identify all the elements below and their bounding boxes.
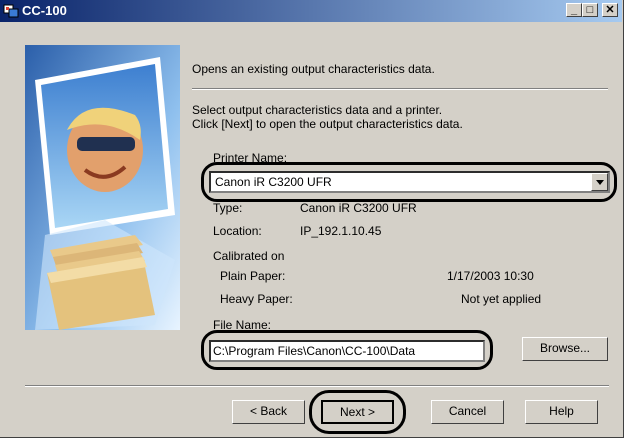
heavy-paper-value: Not yet applied [461,292,542,306]
printer-name-label: Printer Name: [213,151,288,165]
file-name-value: C:\Program Files\Canon\CC-100\Data [213,344,416,358]
top-separator [192,88,608,90]
title-bar[interactable]: CC-100 _ □ ✕ [0,0,622,22]
maximize-button[interactable]: □ [582,3,598,17]
type-label: Type: [213,201,243,215]
help-button[interactable]: Help [525,400,598,424]
window-title: CC-100 [22,3,67,18]
file-name-input[interactable]: C:\Program Files\Canon\CC-100\Data [209,340,485,362]
minimize-button[interactable]: _ [566,3,582,17]
intro-text: Opens an existing output characteristics… [192,62,435,76]
next-button[interactable]: Next > [321,400,394,424]
type-value: Canon iR C3200 UFR [300,201,417,215]
file-name-label: File Name: [213,318,272,332]
printer-name-selected: Canon iR C3200 UFR [215,175,332,189]
location-value: IP_192.1.10.45 [300,224,382,238]
back-button[interactable]: < Back [232,400,305,424]
browse-button[interactable]: Browse... [522,337,608,361]
instruction-line-2: Click [Next] to open the output characte… [192,117,463,131]
printer-name-dropdown[interactable]: Canon iR C3200 UFR [209,171,610,193]
dialog-window: CC-100 _ □ ✕ Opens an existing output ch… [0,0,624,438]
chevron-down-icon[interactable] [591,173,608,191]
location-label: Location: [213,224,262,238]
instruction-line-1: Select output characteristics data and a… [192,103,443,117]
app-icon [3,4,19,18]
wizard-illustration-art [25,45,180,330]
plain-paper-label: Plain Paper: [220,269,286,283]
heavy-paper-label: Heavy Paper: [220,292,293,306]
wizard-illustration [25,45,180,330]
calibrated-on-heading: Calibrated on [213,249,285,263]
plain-paper-value: 1/17/2003 10:30 [447,269,534,283]
close-button[interactable]: ✕ [602,3,618,17]
cancel-button[interactable]: Cancel [431,400,504,424]
bottom-separator [25,385,609,387]
